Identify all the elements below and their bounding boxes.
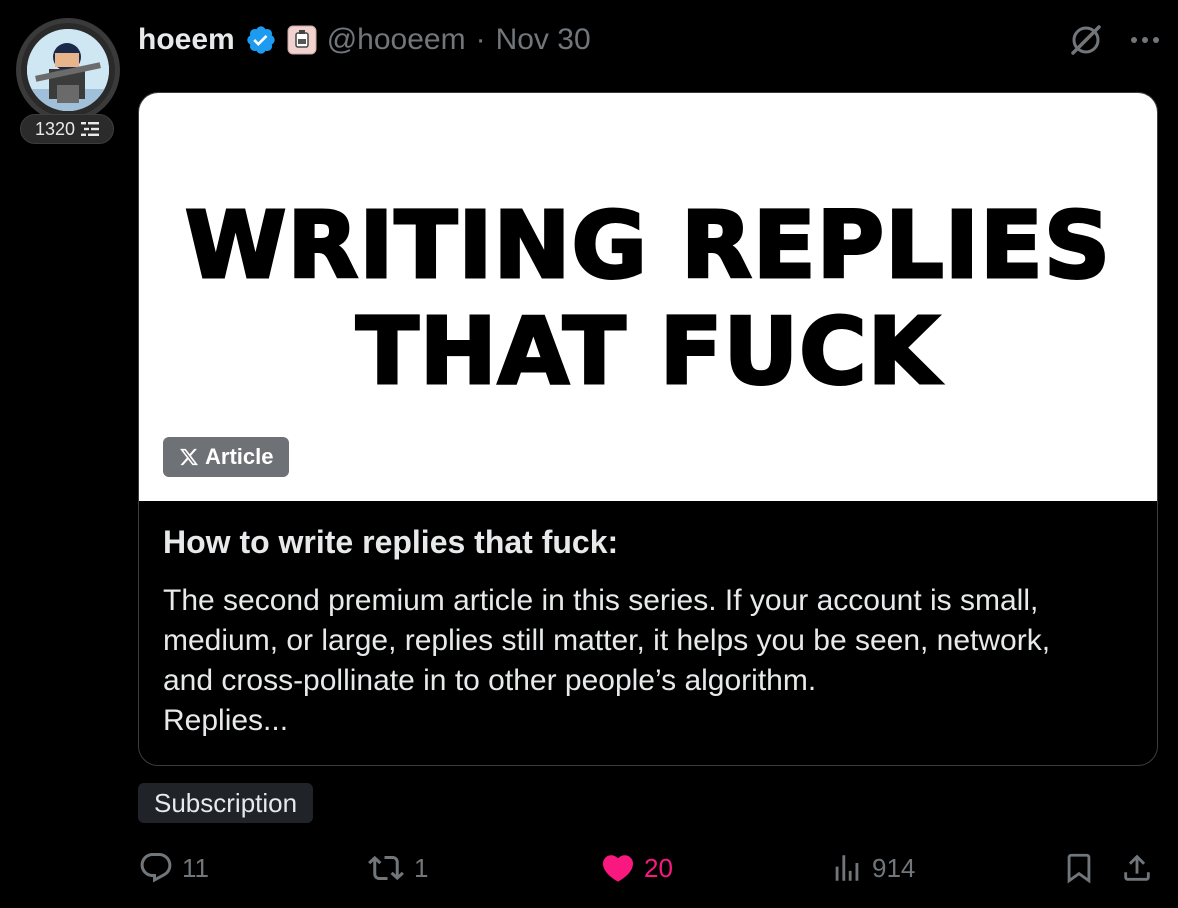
cover-headline-line-1: WRITING REPLIES [183,191,1112,300]
article-description-line: Replies... [163,704,289,737]
article-description-line: and cross-pollinate in to other people’s… [163,664,817,697]
article-text: How to write replies that fuck: The seco… [163,523,1123,741]
repost-icon [366,850,406,886]
subscription-chip[interactable]: Subscription [138,783,314,823]
cover-headline: WRITING REPLIES THAT FUCK [139,191,1157,406]
repost-count: 1 [414,852,429,883]
article-description-line: medium, or large, replies still matter, … [163,624,1051,657]
avatar[interactable] [16,18,120,122]
article-badge-label: Article [205,444,274,469]
level-icon [81,121,100,137]
reply-count: 11 [182,852,209,883]
verified-badge-icon[interactable] [245,24,277,56]
separator: · [475,23,486,56]
article-cover-image: WRITING REPLIES THAT FUCK Article [139,93,1157,501]
article-title: How to write replies that fuck: [163,524,619,560]
view-count: 914 [872,852,916,883]
level-badge[interactable]: 1320 [20,114,114,144]
post-date[interactable]: Nov 30 [496,23,591,57]
level-value: 1320 [34,118,76,139]
x-logo-icon [179,447,199,467]
like-button[interactable]: 20 [600,848,673,888]
reply-icon [138,850,174,886]
article-description-line: The second premium article in this serie… [163,584,1039,617]
views-icon [830,851,864,885]
affiliate-badge-icon[interactable] [287,25,317,55]
article-description: The second premium article in this serie… [163,581,1123,741]
handle[interactable]: @hooeem [327,23,466,57]
grok-icon[interactable] [1068,22,1104,58]
heart-icon [600,850,636,886]
article-card[interactable]: WRITING REPLIES THAT FUCK Article How to… [138,92,1158,766]
bookmark-button[interactable] [1062,848,1096,888]
avatar-image [27,29,109,111]
display-name[interactable]: hoeem [138,23,235,57]
bookmark-icon [1062,851,1096,885]
share-button[interactable] [1120,848,1154,888]
share-icon [1120,851,1154,885]
cover-headline-line-2: THAT FUCK [355,297,941,406]
tweet: 1320 hoeem @hooeem · Nov 30 WRITING REPL… [0,0,1178,908]
more-icon[interactable] [1130,35,1160,45]
reply-button[interactable]: 11 [138,848,209,888]
tweet-header: hoeem @hooeem · Nov 30 [138,20,591,60]
repost-button[interactable]: 1 [366,848,428,888]
header-actions [1068,22,1160,58]
like-count: 20 [644,852,673,883]
views-button[interactable]: 914 [830,848,915,888]
article-badge: Article [163,437,290,477]
